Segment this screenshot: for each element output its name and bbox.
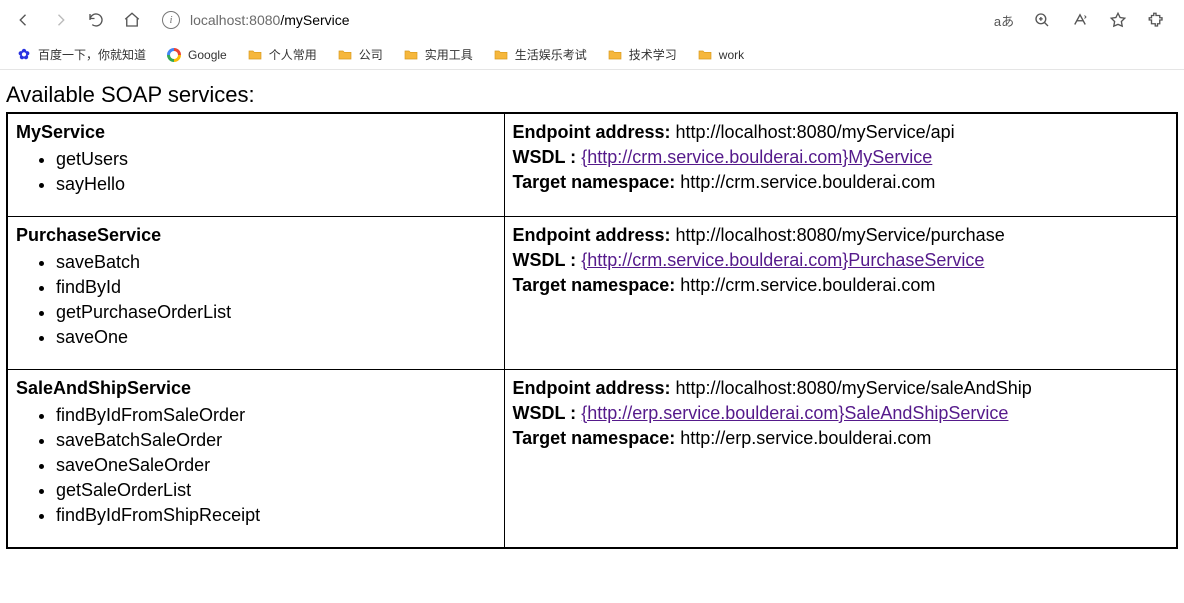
operation-item: findByIdFromSaleOrder: [56, 403, 496, 428]
endpoint-line: Endpoint address: http://localhost:8080/…: [513, 120, 1169, 145]
read-aloud-button[interactable]: [1064, 4, 1096, 36]
operations-list: getUserssayHello: [16, 147, 496, 197]
nav-refresh-button[interactable]: [80, 4, 112, 36]
bookmark-label: Google: [188, 48, 227, 62]
baidu-icon: ✿: [16, 47, 32, 63]
bookmark-label: 实用工具: [425, 46, 473, 63]
endpoint-value: http://localhost:8080/myService/api: [676, 122, 955, 142]
endpoint-line: Endpoint address: http://localhost:8080/…: [513, 376, 1169, 401]
operation-item: sayHello: [56, 172, 496, 197]
bookmark-label: 百度一下，你就知道: [38, 46, 146, 63]
operation-item: getUsers: [56, 147, 496, 172]
wsdl-line: WSDL : {http://crm.service.boulderai.com…: [513, 248, 1169, 273]
nav-forward-button: [44, 4, 76, 36]
operation-item: saveBatchSaleOrder: [56, 428, 496, 453]
folder-icon: [337, 47, 353, 63]
tns-line: Target namespace: http://crm.service.bou…: [513, 273, 1169, 298]
operation-item: findById: [56, 275, 496, 300]
tns-value: http://crm.service.boulderai.com: [680, 275, 935, 295]
wsdl-link[interactable]: {http://crm.service.boulderai.com}Purcha…: [581, 250, 984, 270]
service-name: SaleAndShipService: [16, 378, 191, 398]
bookmark-folder-work[interactable]: work: [689, 45, 752, 65]
page-content: Available SOAP services: MyService getUse…: [0, 70, 1184, 559]
bookmark-label: 个人常用: [269, 46, 317, 63]
zoom-button[interactable]: [1026, 4, 1058, 36]
toolbar-right: aあ: [988, 4, 1176, 36]
folder-icon: [697, 47, 713, 63]
service-cell: MyService getUserssayHello: [7, 113, 504, 216]
service-cell: PurchaseService saveBatchfindByIdgetPurch…: [7, 216, 504, 369]
wsdl-link[interactable]: {http://crm.service.boulderai.com}MyServ…: [581, 147, 932, 167]
bookmark-folder-tools[interactable]: 实用工具: [395, 44, 481, 65]
service-info-cell: Endpoint address: http://localhost:8080/…: [504, 113, 1177, 216]
service-row: MyService getUserssayHello Endpoint addres…: [7, 113, 1177, 216]
operation-item: getSaleOrderList: [56, 478, 496, 503]
nav-back-button[interactable]: [8, 4, 40, 36]
service-info-cell: Endpoint address: http://localhost:8080/…: [504, 216, 1177, 369]
extensions-button[interactable]: [1140, 4, 1172, 36]
operations-list: saveBatchfindByIdgetPurchaseOrderListsav…: [16, 250, 496, 351]
url-bar[interactable]: i localhost:8080/myService: [152, 5, 984, 35]
operation-item: saveOneSaleOrder: [56, 453, 496, 478]
folder-icon: [403, 47, 419, 63]
services-table: MyService getUserssayHello Endpoint addres…: [6, 112, 1178, 549]
service-info-cell: Endpoint address: http://localhost:8080/…: [504, 369, 1177, 548]
wsdl-line: WSDL : {http://erp.service.boulderai.com…: [513, 401, 1169, 426]
bookmark-label: 生活娱乐考试: [515, 46, 587, 63]
tns-line: Target namespace: http://crm.service.bou…: [513, 170, 1169, 195]
folder-icon: [493, 47, 509, 63]
operation-item: saveBatch: [56, 250, 496, 275]
tns-line: Target namespace: http://erp.service.bou…: [513, 426, 1169, 451]
service-name: MyService: [16, 122, 105, 142]
bookmark-label: 公司: [359, 46, 383, 63]
operation-item: getPurchaseOrderList: [56, 300, 496, 325]
reading-mode-button[interactable]: aあ: [988, 4, 1020, 36]
service-row: SaleAndShipServicefindByIdFromSaleOrders…: [7, 369, 1177, 548]
tns-value: http://erp.service.boulderai.com: [680, 428, 931, 448]
bookmark-folder-personal[interactable]: 个人常用: [239, 44, 325, 65]
tns-value: http://crm.service.boulderai.com: [680, 172, 935, 192]
service-cell: SaleAndShipServicefindByIdFromSaleOrders…: [7, 369, 504, 548]
bookmark-baidu[interactable]: ✿ 百度一下，你就知道: [8, 44, 154, 65]
folder-icon: [607, 47, 623, 63]
bookmark-folder-tech[interactable]: 技术学习: [599, 44, 685, 65]
page-title: Available SOAP services:: [6, 82, 1178, 108]
service-name: PurchaseService: [16, 225, 161, 245]
operations-list: findByIdFromSaleOrdersaveBatchSaleOrders…: [16, 403, 496, 529]
nav-home-button[interactable]: [116, 4, 148, 36]
url-text: localhost:8080/myService: [190, 12, 350, 28]
operation-item: saveOne: [56, 325, 496, 350]
bookmarks-bar: ✿ 百度一下，你就知道 Google 个人常用 公司 实用工具 生活娱乐考试 技…: [0, 40, 1184, 70]
browser-toolbar: i localhost:8080/myService aあ: [0, 0, 1184, 40]
folder-icon: [247, 47, 263, 63]
favorites-button[interactable]: [1102, 4, 1134, 36]
operation-item: findByIdFromShipReceipt: [56, 503, 496, 528]
wsdl-link[interactable]: {http://erp.service.boulderai.com}SaleAn…: [581, 403, 1008, 423]
bookmark-folder-company[interactable]: 公司: [329, 44, 391, 65]
endpoint-value: http://localhost:8080/myService/saleAndS…: [676, 378, 1032, 398]
service-row: PurchaseService saveBatchfindByIdgetPurch…: [7, 216, 1177, 369]
bookmark-google[interactable]: Google: [158, 45, 235, 65]
endpoint-line: Endpoint address: http://localhost:8080/…: [513, 223, 1169, 248]
bookmark-label: 技术学习: [629, 46, 677, 63]
endpoint-value: http://localhost:8080/myService/purchase: [676, 225, 1005, 245]
google-icon: [166, 47, 182, 63]
wsdl-line: WSDL : {http://crm.service.boulderai.com…: [513, 145, 1169, 170]
bookmark-label: work: [719, 48, 744, 62]
site-info-icon[interactable]: i: [162, 11, 180, 29]
bookmark-folder-life[interactable]: 生活娱乐考试: [485, 44, 595, 65]
